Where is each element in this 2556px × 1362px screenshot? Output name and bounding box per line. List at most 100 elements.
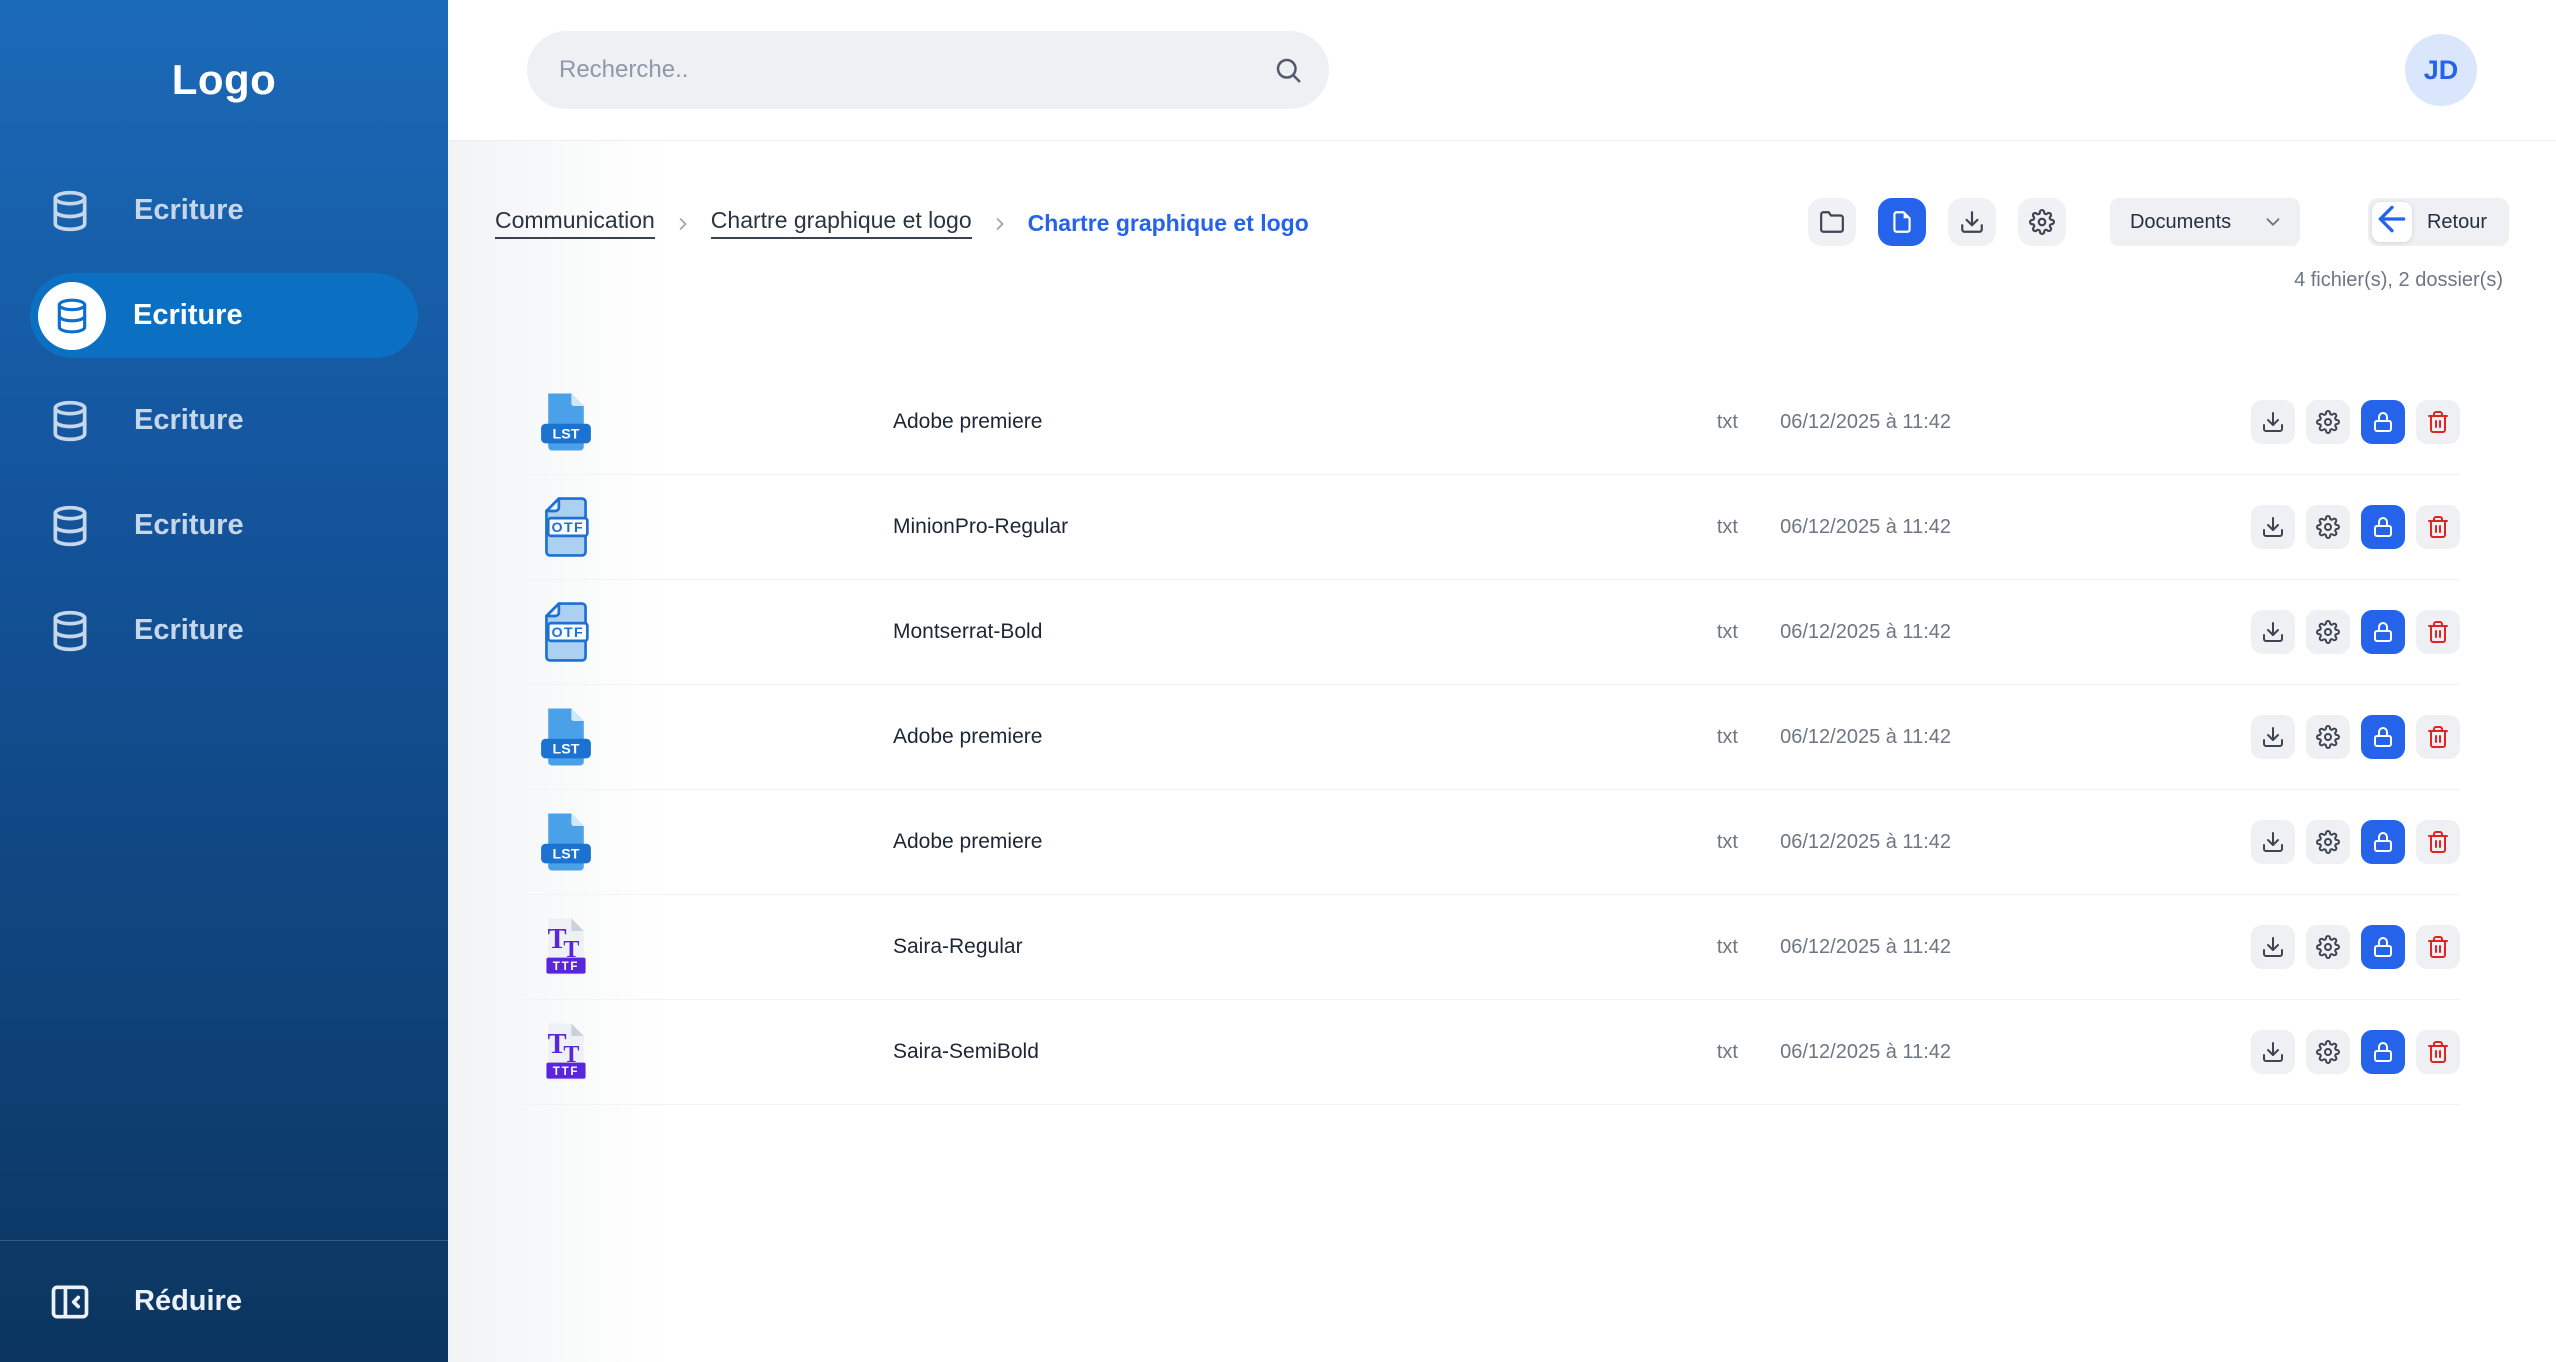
panel-collapse-icon <box>48 1280 92 1324</box>
sidebar-item-label: Ecriture <box>134 194 244 227</box>
database-icon <box>48 504 92 548</box>
settings-button[interactable] <box>2306 925 2350 969</box>
settings-button[interactable] <box>2306 610 2350 654</box>
gear-icon <box>2316 515 2340 539</box>
download-button[interactable] <box>2251 715 2295 759</box>
file-date: 06/12/2025 à 11:42 <box>1765 411 1951 434</box>
breadcrumb-link-2[interactable]: Chartre graphique et logo <box>711 207 972 239</box>
download-button[interactable] <box>2251 925 2295 969</box>
file-type-label: txt <box>1717 831 1738 854</box>
sidebar-item-ecriture-3[interactable]: Ecriture <box>0 368 448 473</box>
gear-icon <box>2316 620 2340 644</box>
file-name: Saira-Regular <box>893 935 1023 959</box>
lock-button[interactable] <box>2361 400 2405 444</box>
back-button[interactable]: Retour <box>2368 198 2509 246</box>
breadcrumb-current: Chartre graphique et logo <box>1028 210 1309 237</box>
download-icon <box>2261 725 2285 749</box>
file-type-label: txt <box>1717 936 1738 959</box>
download-icon <box>1959 209 1985 235</box>
app: Logo EcritureEcritureEcritureEcritureEcr… <box>0 0 2556 1362</box>
delete-button[interactable] <box>2416 1030 2460 1074</box>
file-name: Saira-SemiBold <box>893 1040 1039 1064</box>
lock-button[interactable] <box>2361 925 2405 969</box>
search-icon[interactable] <box>1273 55 1303 85</box>
file-type-label: txt <box>1717 726 1738 749</box>
file-row: OTF Montserrat-Bold txt 06/12/2025 à 11:42 <box>515 580 2460 685</box>
download-button[interactable] <box>2251 505 2295 549</box>
delete-button[interactable] <box>2416 820 2460 864</box>
file-type-icon-lst: LST <box>537 390 595 454</box>
toolbar-buttons <box>1808 198 2066 246</box>
download-icon <box>2261 515 2285 539</box>
collapse-label: Réduire <box>134 1285 242 1318</box>
settings-button[interactable] <box>2306 400 2350 444</box>
row-actions <box>2251 715 2460 759</box>
settings-button[interactable] <box>2306 820 2350 864</box>
svg-text:LST: LST <box>553 741 580 757</box>
delete-button[interactable] <box>2416 925 2460 969</box>
database-icon <box>48 399 92 443</box>
delete-button[interactable] <box>2416 715 2460 759</box>
delete-button[interactable] <box>2416 400 2460 444</box>
settings-button[interactable] <box>2306 505 2350 549</box>
files-summary: 4 fichier(s), 2 dossier(s) <box>2294 269 2503 292</box>
active-item-bubble <box>38 282 106 350</box>
avatar[interactable]: JD <box>2405 34 2477 106</box>
lock-button[interactable] <box>2361 505 2405 549</box>
file-view-button[interactable] <box>1878 198 1926 246</box>
lock-button[interactable] <box>2361 715 2405 759</box>
sidebar-item-ecriture-4[interactable]: Ecriture <box>0 473 448 578</box>
search-input[interactable] <box>527 31 1329 109</box>
row-actions <box>2251 820 2460 864</box>
row-actions <box>2251 1030 2460 1074</box>
file-date: 06/12/2025 à 11:42 <box>1765 621 1951 644</box>
trash-icon <box>2426 830 2450 854</box>
file-type-icon-ttf: TTTTF <box>537 915 595 979</box>
sidebar-collapse-button[interactable]: Réduire <box>0 1240 448 1362</box>
file-row: LSTAdobe premieretxt06/12/2025 à 11:42 <box>515 370 2460 475</box>
file-name: Adobe premiere <box>893 410 1042 434</box>
trash-icon <box>2426 410 2450 434</box>
trash-icon <box>2426 935 2450 959</box>
svg-text:OTF: OTF <box>552 625 584 641</box>
delete-button[interactable] <box>2416 610 2460 654</box>
chevron-right-icon <box>673 213 693 233</box>
file-date: 06/12/2025 à 11:42 <box>1765 936 1951 959</box>
file-date: 06/12/2025 à 11:42 <box>1765 726 1951 749</box>
sidebar-item-ecriture-5[interactable]: Ecriture <box>0 578 448 683</box>
lock-icon <box>2371 620 2395 644</box>
file-row: LSTAdobe premieretxt06/12/2025 à 11:42 <box>515 685 2460 790</box>
sidebar-item-label: Ecriture <box>134 614 244 647</box>
file-date: 06/12/2025 à 11:42 <box>1765 831 1951 854</box>
download-button[interactable] <box>2251 610 2295 654</box>
settings-button[interactable] <box>2018 198 2066 246</box>
lock-icon <box>2371 830 2395 854</box>
settings-button[interactable] <box>2306 715 2350 759</box>
download-button[interactable] <box>2251 820 2295 864</box>
gear-icon <box>2029 209 2055 235</box>
download-button[interactable] <box>2251 1030 2295 1074</box>
gear-icon <box>2316 1040 2340 1064</box>
database-icon <box>48 609 92 653</box>
settings-button[interactable] <box>2306 1030 2350 1074</box>
file-row: TTTTF Saira-Regular txt 06/12/2025 à 11:42 <box>515 895 2460 1000</box>
file-name: Montserrat-Bold <box>893 620 1042 644</box>
sidebar-menu: EcritureEcritureEcritureEcritureEcriture <box>0 158 448 683</box>
lock-button[interactable] <box>2361 610 2405 654</box>
sidebar-item-ecriture-1[interactable]: Ecriture <box>0 158 448 263</box>
lock-icon <box>2371 410 2395 434</box>
lock-button[interactable] <box>2361 820 2405 864</box>
download-all-button[interactable] <box>1948 198 1996 246</box>
download-button[interactable] <box>2251 400 2295 444</box>
breadcrumb-link-1[interactable]: Communication <box>495 207 655 239</box>
svg-text:LST: LST <box>553 426 580 442</box>
documents-select[interactable]: Documents <box>2110 198 2300 246</box>
delete-button[interactable] <box>2416 505 2460 549</box>
svg-text:TTF: TTF <box>553 961 580 973</box>
file-name: Adobe premiere <box>893 830 1042 854</box>
lock-button[interactable] <box>2361 1030 2405 1074</box>
download-icon <box>2261 1040 2285 1064</box>
file-type-label: txt <box>1717 621 1738 644</box>
sidebar-item-ecriture-2-active[interactable]: Ecriture <box>30 273 418 358</box>
folder-view-button[interactable] <box>1808 198 1856 246</box>
